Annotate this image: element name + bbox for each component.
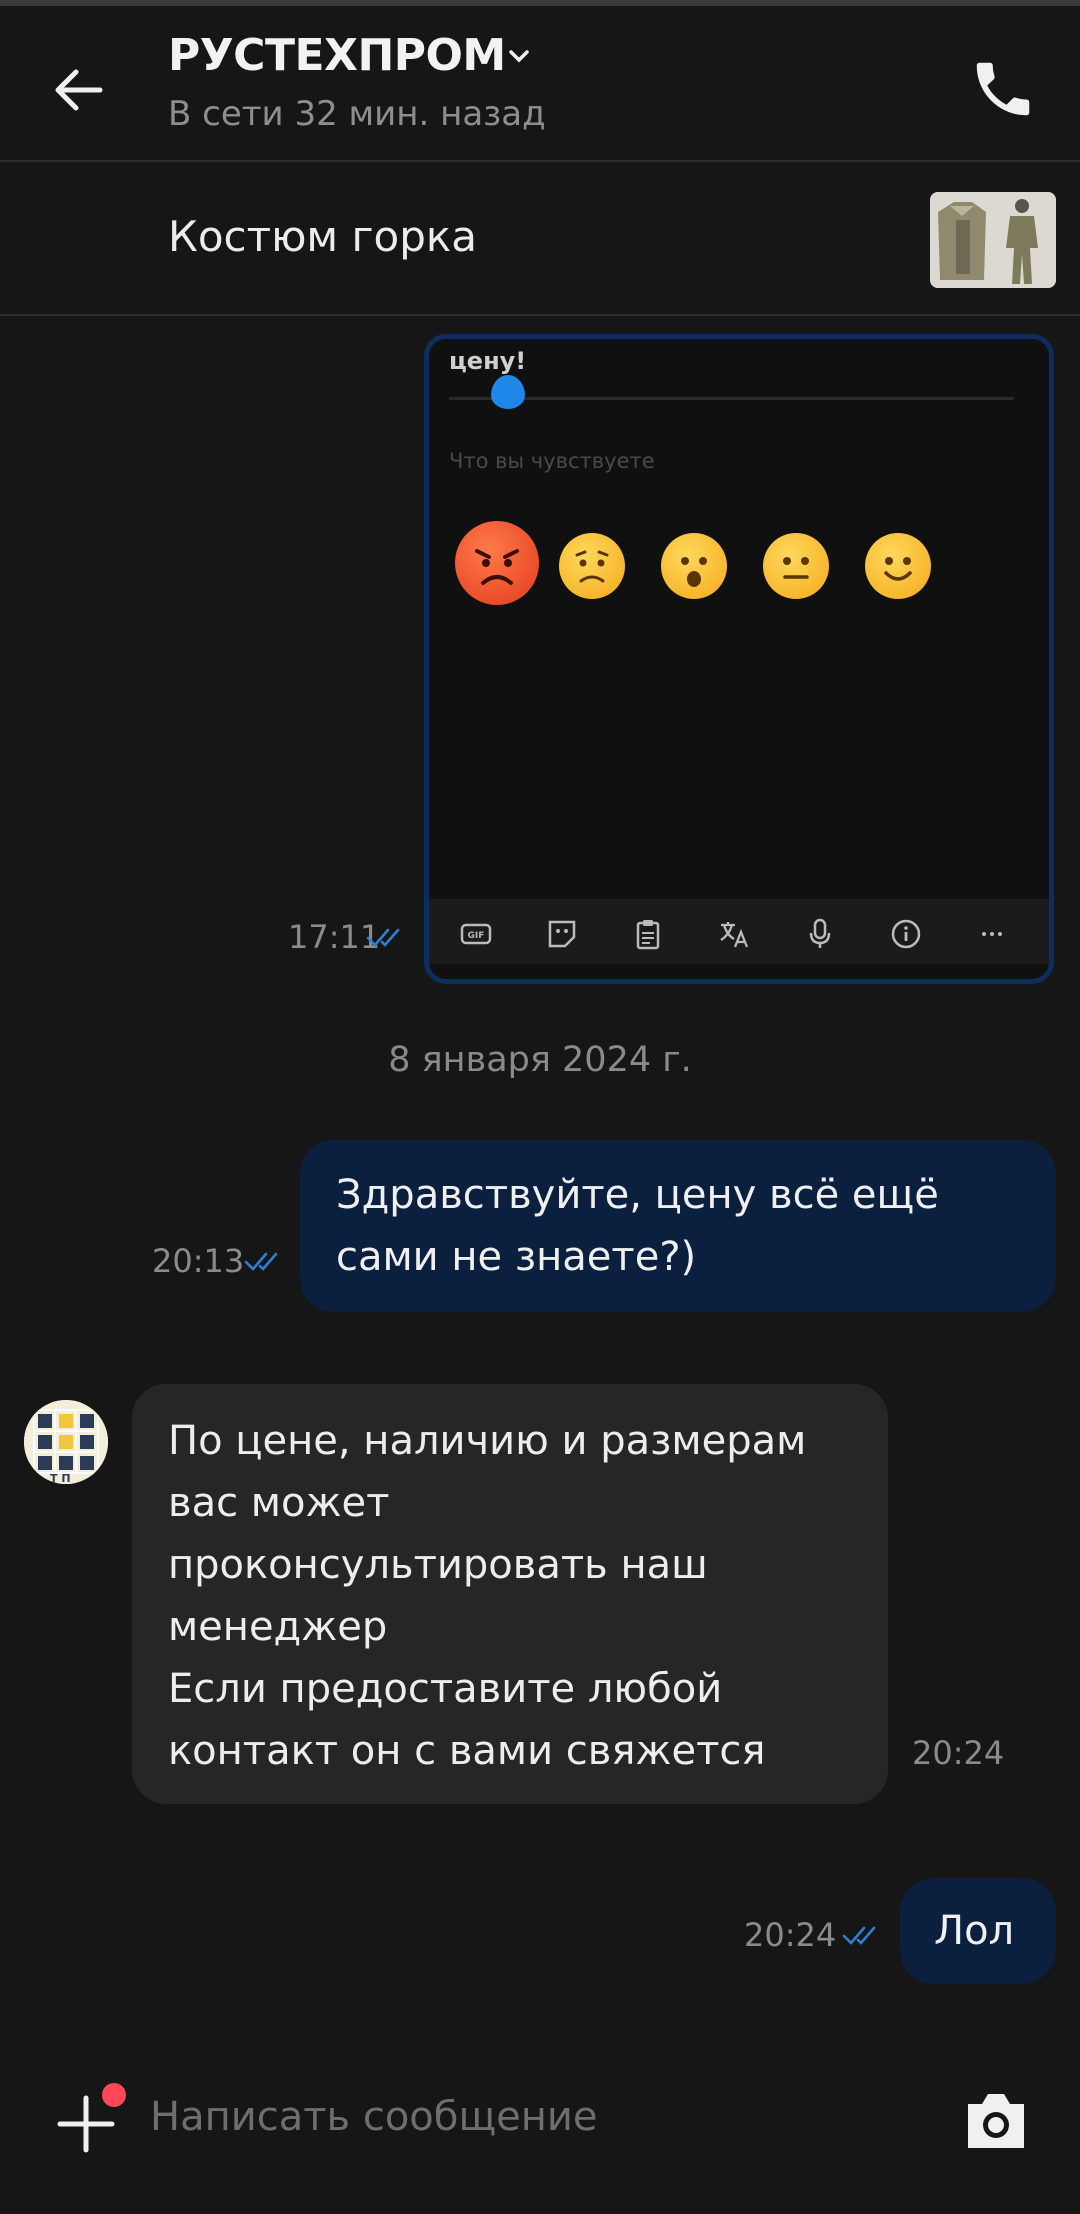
message-line: Если предоставите любой xyxy=(168,1666,723,1712)
translate-icon xyxy=(720,922,749,948)
sticker-icon xyxy=(548,920,576,948)
product-name[interactable]: Костюм горка xyxy=(168,212,477,261)
double-check-icon xyxy=(842,1926,876,1945)
message-line: Здравствуйте, цену всё ещё xyxy=(336,1172,939,1218)
double-check-icon xyxy=(244,1252,278,1271)
message-time: 20:24 xyxy=(912,1734,1005,1772)
online-status: В сети 32 мин. назад xyxy=(168,94,546,134)
svg-text:GIF: GIF xyxy=(468,931,485,941)
chat-header xyxy=(0,6,1080,162)
embedded-slider-knob xyxy=(491,375,525,409)
info-icon xyxy=(891,919,921,949)
sad-emoji-icon xyxy=(559,533,625,599)
microphone-icon xyxy=(809,918,831,948)
incoming-message-bubble[interactable]: По цене, наличию и размерам вас может пр… xyxy=(132,1384,888,1804)
outgoing-message-bubble[interactable]: Здравствуйте, цену всё ещё сами не знает… xyxy=(300,1140,1056,1312)
chat-title[interactable]: РУСТЕХПРОМ xyxy=(168,30,506,81)
clipboard-icon xyxy=(636,920,660,950)
product-thumbnail[interactable] xyxy=(930,192,1056,288)
outgoing-message-bubble[interactable]: Лол xyxy=(900,1878,1056,1984)
message-line: проконсультировать наш xyxy=(168,1542,708,1588)
back-arrow-icon[interactable] xyxy=(50,60,120,120)
chevron-down-icon[interactable] xyxy=(505,42,533,70)
image-message[interactable]: цену! Что вы чувствуете GIF xyxy=(424,334,1054,984)
more-icon xyxy=(982,932,1002,936)
message-time: 20:24 xyxy=(744,1916,837,1954)
shocked-emoji-icon xyxy=(661,533,727,599)
embedded-text: цену! xyxy=(449,347,527,375)
message-input[interactable]: Написать сообщение xyxy=(150,2094,597,2140)
svg-text:Т П: Т П xyxy=(50,1472,71,1484)
smile-emoji-icon xyxy=(865,533,931,599)
neutral-emoji-icon xyxy=(763,533,829,599)
camera-icon[interactable] xyxy=(962,2090,1030,2152)
product-banner[interactable] xyxy=(0,162,1080,316)
message-line: Лол xyxy=(934,1908,1015,1954)
message-line: контакт он с вами свяжется xyxy=(168,1728,766,1774)
avatar[interactable]: Т П xyxy=(24,1400,108,1484)
angry-emoji-icon xyxy=(455,521,539,605)
date-separator: 8 января 2024 г. xyxy=(388,1040,692,1080)
message-time: 20:13 xyxy=(152,1242,245,1280)
message-line: сами не знаете?) xyxy=(336,1234,697,1280)
message-line: По цене, наличию и размерам xyxy=(168,1418,807,1464)
phone-icon[interactable] xyxy=(968,54,1038,124)
gif-icon: GIF xyxy=(460,923,492,945)
embedded-feel-label: Что вы чувствуете xyxy=(449,449,655,473)
message-line: менеджер xyxy=(168,1604,388,1650)
double-check-icon xyxy=(366,928,400,947)
notification-dot xyxy=(102,2083,126,2107)
embedded-slider-track xyxy=(449,397,1014,400)
message-line: вас может xyxy=(168,1480,390,1526)
